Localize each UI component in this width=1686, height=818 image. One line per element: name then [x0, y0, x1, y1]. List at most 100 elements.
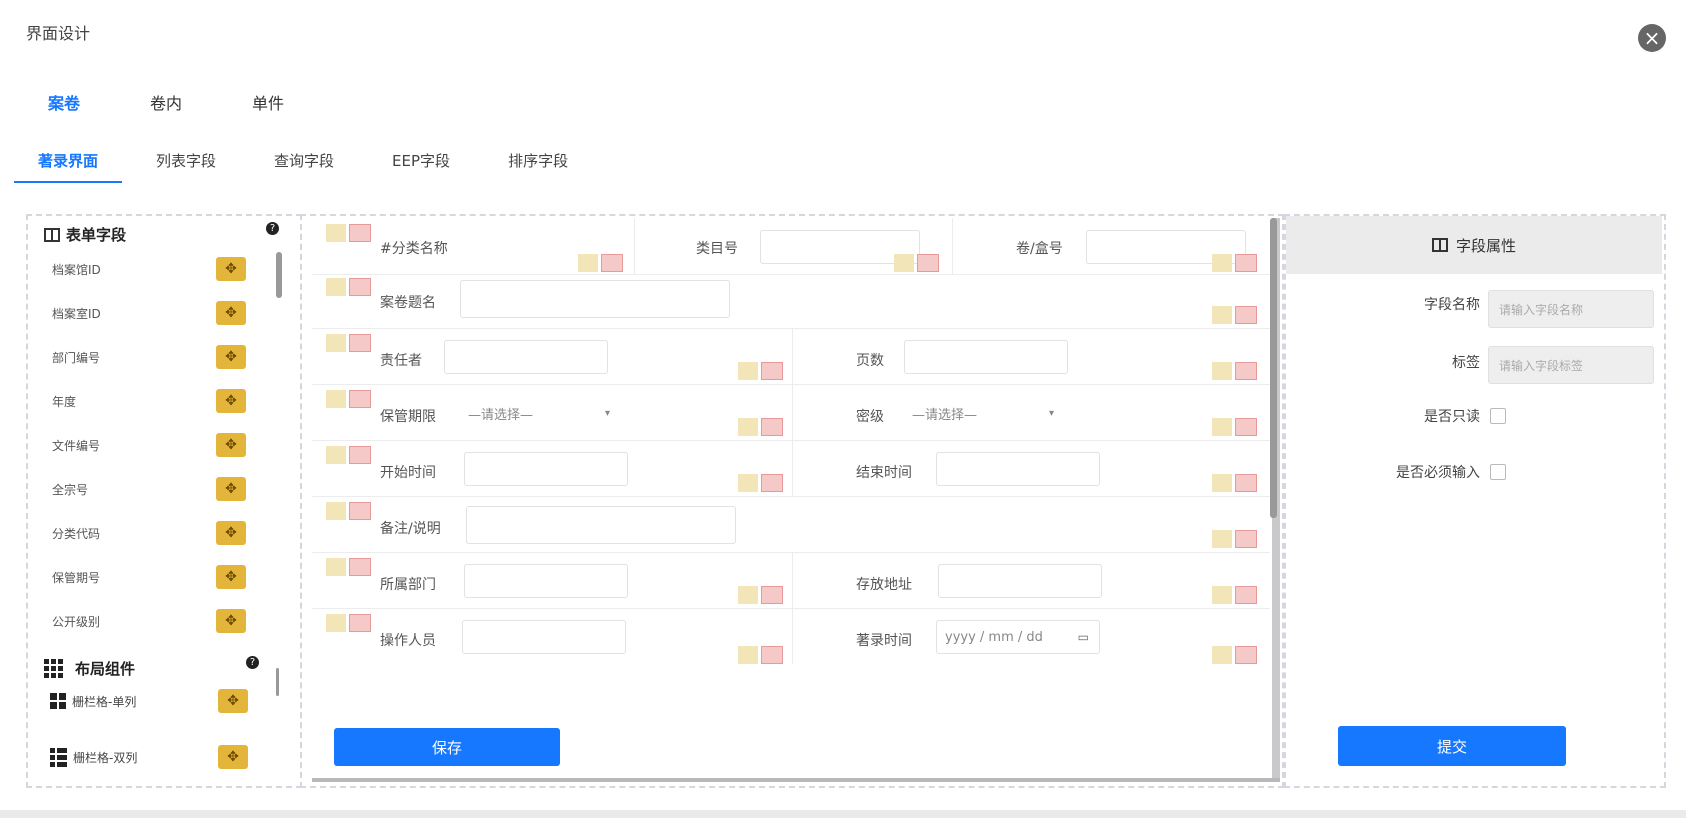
storage-address-input[interactable]: [938, 564, 1102, 598]
field-name-label: 字段名称: [1424, 297, 1480, 313]
field-item: 档案馆ID ✥: [52, 252, 246, 286]
layout-item-double-column: 栅栏格-双列 ✥: [50, 742, 248, 772]
start-time-input[interactable]: [464, 452, 628, 486]
drag-handle-icon[interactable]: ✥: [216, 477, 246, 501]
readonly-label: 是否只读: [1424, 409, 1480, 425]
layout-scrollbar[interactable]: [276, 668, 279, 696]
field-item-label: 档案室ID: [52, 306, 101, 321]
save-button[interactable]: 保存: [334, 728, 560, 766]
tab-query-fields[interactable]: 查询字段: [250, 150, 358, 183]
form-row: 操作人员 著录时间 yyyy / mm / dd ▭: [312, 608, 1270, 664]
row-tools: [326, 278, 371, 296]
form-preview: #分类名称 类目号 卷/盒号 案卷题名 责任者 页数 保管期限 —请选择— ▾ …: [312, 218, 1280, 778]
chevron-down-icon: ▾: [1048, 407, 1054, 419]
field-item-label: 部门编号: [52, 350, 101, 365]
placeholder: 请输入字段名称: [1499, 302, 1584, 317]
row-tools: [326, 224, 371, 242]
select-value: —请选择—: [912, 407, 978, 423]
operator-input[interactable]: [462, 620, 626, 654]
grid-icon: [44, 659, 63, 678]
tab-list-fields[interactable]: 列表字段: [132, 150, 240, 183]
help-icon[interactable]: ?: [266, 222, 279, 235]
cell-tools: [1212, 646, 1257, 664]
cell-tools: [1212, 530, 1257, 548]
entry-date-input[interactable]: yyyy / mm / dd ▭: [936, 620, 1100, 654]
submit-button[interactable]: 提交: [1338, 726, 1566, 766]
drag-handle-icon[interactable]: ✥: [216, 565, 246, 589]
remarks-input[interactable]: [466, 506, 736, 544]
layout-title: 布局组件: [75, 660, 136, 678]
tab-entry-interface[interactable]: 著录界面: [14, 150, 123, 183]
field-label: 存放地址: [856, 577, 912, 593]
columns-icon: [50, 693, 66, 709]
canvas-scrollbar[interactable]: [1270, 218, 1277, 518]
retention-period-select[interactable]: —请选择— ▾: [460, 396, 620, 430]
field-item-label: 年度: [52, 394, 77, 409]
row-tools: [326, 334, 371, 352]
end-time-input[interactable]: [936, 452, 1100, 486]
tab-single-item[interactable]: 单件: [252, 90, 284, 114]
field-item: 档案室ID ✥: [52, 296, 246, 330]
field-label: 密级: [856, 409, 884, 425]
fields-scrollbar[interactable]: [276, 252, 282, 298]
field-item-label: 文件编号: [52, 438, 101, 453]
cell-tools: [738, 586, 783, 604]
field-label: #分类名称: [380, 241, 448, 257]
help-icon[interactable]: ?: [246, 656, 259, 669]
field-item-label: 分类代码: [52, 526, 101, 541]
field-label: 开始时间: [380, 465, 436, 481]
required-checkbox[interactable]: [1490, 464, 1506, 480]
tab-case-file[interactable]: 案卷: [48, 90, 80, 114]
drag-handle-icon[interactable]: ✥: [216, 609, 246, 633]
responsible-party-input[interactable]: [444, 340, 608, 374]
field-label: 所属部门: [380, 577, 436, 593]
field-label: 保管期限: [380, 409, 436, 425]
form-fields-heading: 表单字段: [44, 224, 126, 245]
calendar-icon[interactable]: ▭: [1078, 630, 1089, 644]
field-item-label: 档案馆ID: [52, 262, 101, 277]
field-item: 分类代码 ✥: [52, 516, 246, 550]
form-row: #分类名称 类目号 卷/盒号: [312, 218, 1270, 275]
required-label: 是否必须输入: [1396, 465, 1480, 481]
field-item-label: 公开级别: [52, 614, 101, 629]
drag-handle-icon[interactable]: ✥: [216, 433, 246, 457]
field-item: 文件编号 ✥: [52, 428, 246, 462]
sub-tabs: 著录界面 列表字段 查询字段 EEP字段 排序字段: [14, 150, 602, 183]
close-icon[interactable]: ×: [1638, 24, 1666, 52]
drag-handle-icon[interactable]: ✥: [218, 745, 248, 769]
panel-icon: [1431, 238, 1448, 252]
title-input[interactable]: 请输入字段标签: [1488, 346, 1654, 384]
drag-handle-icon[interactable]: ✥: [216, 257, 246, 281]
form-row: 责任者 页数: [312, 328, 1270, 385]
page-count-input[interactable]: [904, 340, 1068, 374]
tab-eep-fields[interactable]: EEP字段: [368, 150, 474, 183]
layout-item-label: 栅栏格-单列: [72, 694, 137, 709]
form-fields-title: 表单字段: [66, 226, 127, 244]
dialog-title: 界面设计: [26, 24, 91, 43]
security-level-select[interactable]: —请选择— ▾: [904, 396, 1064, 430]
drag-handle-icon[interactable]: ✥: [216, 345, 246, 369]
row-tools: [326, 614, 371, 632]
case-title-input[interactable]: [460, 280, 730, 318]
drag-handle-icon[interactable]: ✥: [218, 689, 248, 713]
drag-handle-icon[interactable]: ✥: [216, 521, 246, 545]
properties-header: 字段属性: [1286, 216, 1662, 274]
tab-in-volume[interactable]: 卷内: [150, 90, 182, 114]
form-row: 保管期限 —请选择— ▾ 密级 —请选择— ▾: [312, 384, 1270, 441]
field-item: 公开级别 ✥: [52, 604, 246, 638]
cell-tools: [1212, 586, 1257, 604]
drag-handle-icon[interactable]: ✥: [216, 301, 246, 325]
field-label: 卷/盒号: [1016, 241, 1063, 257]
field-name-input[interactable]: 请输入字段名称: [1488, 290, 1654, 328]
readonly-checkbox[interactable]: [1490, 408, 1506, 424]
date-placeholder: yyyy / mm / dd: [945, 629, 1043, 645]
field-item-label: 全宗号: [52, 482, 89, 497]
field-item: 部门编号 ✥: [52, 340, 246, 374]
cell-tools: [1212, 474, 1257, 492]
tab-sort-fields[interactable]: 排序字段: [484, 150, 592, 183]
drag-handle-icon[interactable]: ✥: [216, 389, 246, 413]
layout-item-label: 栅栏格-双列: [73, 750, 138, 765]
row-tools: [326, 502, 371, 520]
cell-tools: [1212, 362, 1257, 380]
department-input[interactable]: [464, 564, 628, 598]
